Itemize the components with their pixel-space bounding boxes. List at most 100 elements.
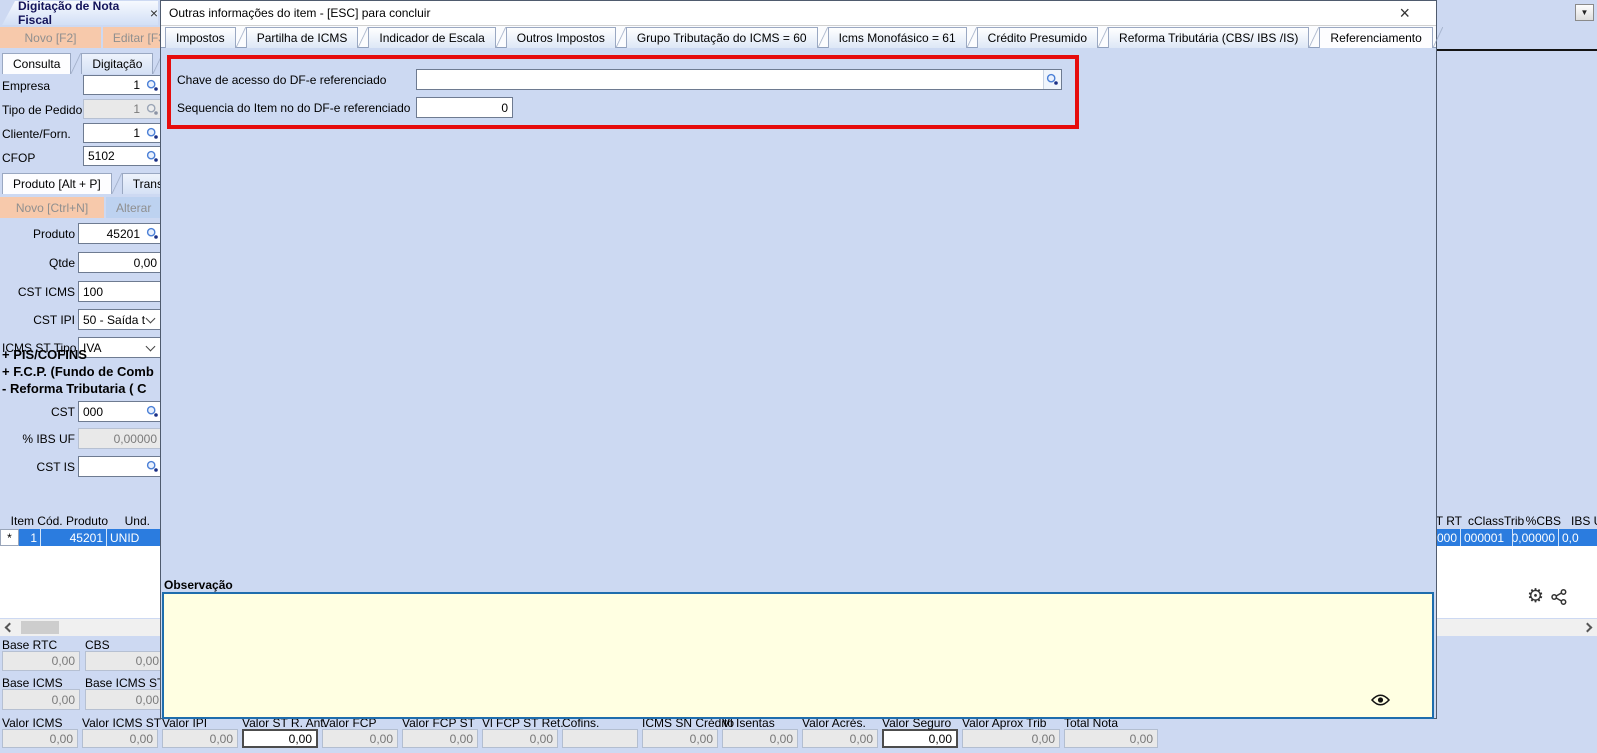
modal-tab[interactable]: Outros Impostos (506, 27, 616, 48)
modal-tab[interactable]: Reforma Tributária (CBS/ IBS /IS) (1108, 27, 1309, 48)
novo-f2-button[interactable]: Novo [F2] (0, 27, 101, 48)
summary-field-value[interactable]: 0,00 (322, 729, 398, 748)
summary-field-label: Valor ICMS ST (82, 716, 158, 728)
gear-icon[interactable]: ⚙ (1527, 585, 1544, 607)
modal-tab[interactable]: Partilha de ICMS (246, 27, 359, 48)
qtde-label: Qtde (2, 256, 75, 270)
chave-acesso-label: Chave de acesso do DF-e referenciado (177, 73, 386, 87)
summary-field-value[interactable]: 0,00 (882, 729, 958, 748)
grid-header-item: Item (8, 514, 34, 528)
icms-st-tipo-select[interactable]: IVA (78, 337, 162, 358)
summary-field: Valor ICMS ST 0,00 (82, 716, 158, 748)
tab-consulta[interactable]: Consulta (2, 53, 71, 74)
summary-field-value[interactable]: 0,00 (242, 729, 318, 748)
summary-field-value[interactable]: 0,00 (402, 729, 478, 748)
grid-row-marker: * (0, 529, 19, 546)
hscrollbar-left[interactable] (0, 619, 160, 636)
summary-field: Valor Acrés. 0,00 (802, 716, 878, 748)
lookup-icon[interactable] (144, 402, 161, 421)
section-reforma-tributaria[interactable]: - Reforma Tributaria ( C (2, 381, 146, 396)
tab-separator (496, 27, 506, 48)
divider-line (1437, 49, 1597, 51)
summary-field-value[interactable] (562, 729, 638, 748)
grid-row-selected-left[interactable]: 1 45201 UNID (19, 529, 160, 546)
cliente-forn-input[interactable]: 1 (83, 123, 162, 143)
modal-tab[interactable]: Grupo Tributação do ICMS = 60 (626, 27, 818, 48)
share-icon[interactable] (1551, 589, 1567, 608)
modal-tab[interactable]: Indicador de Escala (368, 27, 495, 48)
observacao-textarea[interactable] (162, 592, 1434, 719)
tab-separator (112, 173, 122, 194)
ibs-uf-label: % IBS UF (2, 432, 75, 446)
lookup-icon[interactable] (1043, 70, 1061, 89)
section-fcp[interactable]: + F.C.P. (Fundo de Comb (2, 364, 154, 379)
cst-label: CST (2, 405, 75, 419)
cst-is-input[interactable] (78, 456, 162, 477)
grid-header-ibs: IBS U (1571, 514, 1597, 528)
grid-header-cclasstrib: cClassTrib (1468, 514, 1524, 528)
summary-field-value[interactable]: 0,00 (802, 729, 878, 748)
modal-tab[interactable]: Icms Monofásico = 61 (828, 27, 967, 48)
produto-input[interactable]: 45201 (78, 223, 162, 244)
app-window: Digitação de Nota Fiscal × Novo [F2] Edi… (0, 0, 1597, 753)
modal-close-icon[interactable]: × (1399, 4, 1410, 22)
empresa-label: Empresa (2, 79, 50, 93)
cst-ipi-select[interactable]: 50 - Saída t (78, 309, 162, 330)
modal-tab[interactable]: Impostos (165, 27, 236, 48)
section-pis-cofins[interactable]: + PIS/COFINS (2, 347, 87, 362)
summary-field-value[interactable]: 0,00 (962, 729, 1060, 748)
summary-field-value[interactable]: 0,00 (2, 729, 78, 748)
hscrollbar-right[interactable] (1437, 619, 1597, 636)
tab-digitacao[interactable]: Digitação (81, 53, 153, 74)
grid-header-cbs-pct: %CBS (1521, 514, 1561, 528)
tab-separator (1433, 27, 1443, 48)
scroll-right-arrow[interactable] (1581, 619, 1597, 636)
base-rtc-label: Base RTC (2, 638, 57, 652)
cst-input[interactable]: 000 (78, 401, 162, 422)
tab-produto[interactable]: Produto [Alt + P] (2, 173, 112, 194)
grid-cell-ibs: 0,0 (1559, 529, 1597, 546)
lookup-icon[interactable] (144, 224, 161, 243)
summary-field-value[interactable]: 0,00 (1064, 729, 1158, 748)
lookup-icon[interactable] (144, 457, 161, 476)
summary-field-value[interactable]: 0,00 (162, 729, 238, 748)
summary-field-value[interactable]: 0,00 (722, 729, 798, 748)
novo-ctrln-button[interactable]: Novo [Ctrl+N] (0, 197, 104, 218)
scroll-thumb[interactable] (21, 621, 59, 634)
summary-field: Cofins. (562, 716, 638, 748)
summary-field: Total Nota 0,00 (1064, 716, 1158, 748)
sequencia-item-input[interactable]: 0 (416, 97, 513, 118)
empresa-input[interactable]: 1 (83, 75, 162, 95)
alterar-button[interactable]: Alterar (106, 197, 163, 218)
grid-row-selected-right[interactable]: 000 000001 0,00000 0,0 (1410, 529, 1597, 546)
summary-field: Valor ST R. Ant. 0,00 (242, 716, 318, 748)
modal-tab[interactable]: Crédito Presumido (977, 27, 1098, 48)
qtde-input[interactable]: 0,00 (78, 252, 162, 273)
tipo-pedido-label: Tipo de Pedido (2, 103, 82, 117)
lookup-icon[interactable] (144, 147, 161, 165)
dropdown-button[interactable]: ▼ (1575, 4, 1594, 21)
cfop-label: CFOP (2, 151, 35, 165)
outras-informacoes-modal: Outras informações do item - [ESC] para … (160, 0, 1437, 719)
cst-is-label: CST IS (2, 460, 75, 474)
summary-field-value[interactable]: 0,00 (82, 729, 158, 748)
cst-icms-input[interactable]: 100 (78, 281, 162, 302)
summary-field-value[interactable]: 0,00 (482, 729, 558, 748)
caret-down-icon: ▼ (1581, 8, 1589, 17)
scroll-left-arrow[interactable] (0, 619, 16, 636)
eye-icon[interactable] (1371, 694, 1390, 709)
lookup-icon-disabled (144, 100, 161, 118)
tab-separator (358, 27, 368, 48)
chave-acesso-input[interactable] (416, 69, 1062, 90)
highlight-red-box (167, 55, 1079, 129)
summary-field-value[interactable]: 0,00 (642, 729, 718, 748)
lookup-icon[interactable] (144, 124, 161, 142)
cst-icms-label: CST ICMS (2, 285, 75, 299)
window-tab-digitacao-nota-fiscal[interactable]: Digitação de Nota Fiscal × (2, 1, 158, 25)
base-icms-label: Base ICMS (2, 676, 63, 690)
tab-separator (1098, 27, 1108, 48)
cfop-input[interactable]: 5102 (83, 146, 162, 166)
lookup-icon[interactable] (144, 76, 161, 94)
modal-tab[interactable]: Referenciamento (1319, 27, 1432, 48)
window-tab-close-icon[interactable]: × (150, 6, 158, 20)
